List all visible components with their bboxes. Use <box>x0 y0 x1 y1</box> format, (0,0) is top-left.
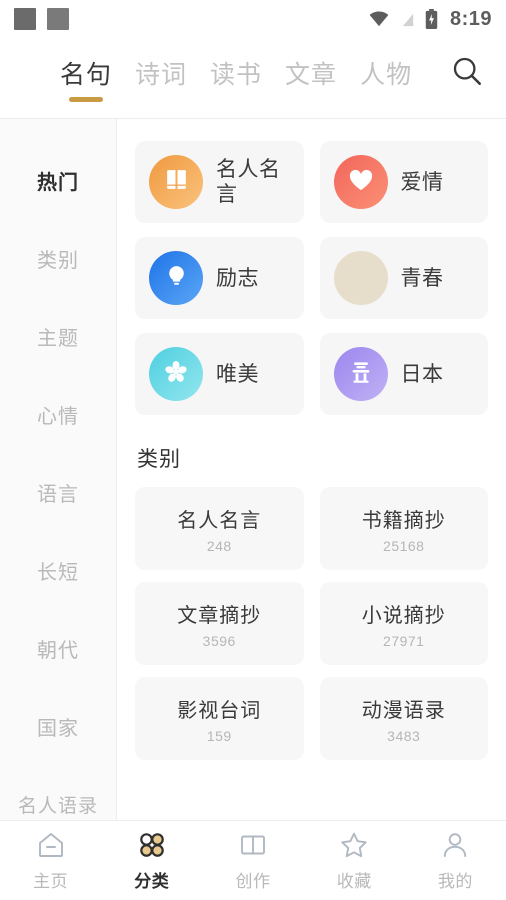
no-sim-icon <box>399 10 415 28</box>
category-count: 159 <box>206 727 232 744</box>
torii-icon <box>348 359 374 390</box>
sidebar-item-chaodai[interactable]: 朝代 <box>0 609 116 687</box>
notification-square-icon <box>47 8 69 30</box>
nav-item-favorites[interactable]: 收藏 <box>304 830 405 892</box>
sidebar-item-zhuti[interactable]: 主题 <box>0 297 116 375</box>
category-card-grid: 名人名言 248 书籍摘抄 25168 文章摘抄 3596 小说摘抄 27971… <box>135 487 488 760</box>
home-icon <box>36 830 66 860</box>
nav-item-create[interactable]: 创作 <box>202 830 303 892</box>
top-tab-bar: 名句 诗词 读书 文章 人物 <box>0 38 506 118</box>
category-card-xiaoshuozhaichao[interactable]: 小说摘抄 27971 <box>319 582 488 665</box>
category-name: 小说摘抄 <box>361 602 446 627</box>
battery-charging-icon <box>424 8 439 30</box>
sidebar-item-xinqing[interactable]: 心情 <box>0 375 116 453</box>
tab-shici[interactable]: 诗词 <box>135 55 187 102</box>
person-icon <box>440 830 470 860</box>
tab-wenzhang[interactable]: 文章 <box>285 55 337 102</box>
category-count: 25168 <box>383 537 425 554</box>
hot-card-label: 励志 <box>216 265 259 290</box>
category-count: 3596 <box>202 632 236 649</box>
category-name: 书籍摘抄 <box>361 507 446 532</box>
hot-card-aiqing[interactable]: 爱情 <box>319 141 488 223</box>
nav-item-home[interactable]: 主页 <box>0 830 101 892</box>
sidebar-item-mingrenyulu[interactable]: 名人语录 <box>0 765 116 820</box>
nav-label: 创作 <box>235 871 271 892</box>
section-title-categories: 类别 <box>137 447 181 471</box>
main-body: 热门 类别 主题 心情 语言 长短 朝代 国家 名人语录 名人名言 爱情 励志 … <box>0 119 506 820</box>
flower-icon <box>163 359 189 390</box>
nav-item-profile[interactable]: 我的 <box>405 830 506 892</box>
wifi-icon <box>368 11 390 27</box>
nav-label: 分类 <box>134 871 170 892</box>
book-icon-badge <box>149 155 203 209</box>
search-icon <box>452 56 482 91</box>
sidebar-item-hot[interactable]: 热门 <box>0 141 116 219</box>
hot-card-label: 名人名言 <box>216 157 281 206</box>
tab-dushu[interactable]: 读书 <box>210 55 262 102</box>
category-card-yingshitaici[interactable]: 影视台词 159 <box>135 677 304 760</box>
category-name: 动漫语录 <box>361 697 446 722</box>
hot-card-weimei[interactable]: 唯美 <box>135 333 304 415</box>
content-panel: 名人名言 爱情 励志 青春 唯美 日本 类别 名人名言 248 书籍摘抄 251… <box>117 119 506 820</box>
sidebar-item-leibie[interactable]: 类别 <box>0 219 116 297</box>
status-bar-indicators: 8:19 <box>368 8 492 31</box>
category-name: 文章摘抄 <box>177 602 262 627</box>
hot-card-qingchun[interactable]: 青春 <box>319 237 488 319</box>
status-bar-notifications <box>14 8 69 30</box>
category-sidebar: 热门 类别 主题 心情 语言 长短 朝代 国家 名人语录 <box>0 119 117 820</box>
bottom-navigation: 主页 分类 创作 收藏 我的 <box>0 820 506 900</box>
bulb-icon <box>164 262 189 294</box>
category-card-shujizhaichao[interactable]: 书籍摘抄 25168 <box>319 487 488 570</box>
hot-card-label: 青春 <box>400 265 444 290</box>
category-name: 名人名言 <box>177 507 262 532</box>
sidebar-item-yuyan[interactable]: 语言 <box>0 453 116 531</box>
hot-card-mingrenmingyan[interactable]: 名人名言 <box>135 141 304 223</box>
star-icon <box>339 830 369 860</box>
nav-label: 收藏 <box>336 871 372 892</box>
hot-card-grid: 名人名言 爱情 励志 青春 唯美 日本 <box>135 141 488 415</box>
flower-icon-badge <box>149 347 203 401</box>
category-count: 27971 <box>383 632 425 649</box>
category-count: 248 <box>206 537 232 554</box>
search-button[interactable] <box>446 52 488 94</box>
status-bar-time: 8:19 <box>449 7 492 30</box>
sidebar-item-guojia[interactable]: 国家 <box>0 687 116 765</box>
nav-label: 我的 <box>437 871 473 892</box>
blank-icon-badge <box>333 251 388 305</box>
nav-item-categories[interactable]: 分类 <box>101 830 202 892</box>
notification-square-icon <box>14 8 36 30</box>
category-card-mingrenmingyan[interactable]: 名人名言 248 <box>135 487 304 570</box>
nav-label: 主页 <box>33 871 69 892</box>
heart-icon-badge <box>333 155 388 209</box>
grid-icon <box>137 830 167 860</box>
bulb-icon-badge <box>149 251 203 305</box>
hot-card-riben[interactable]: 日本 <box>319 333 488 415</box>
tab-mingju[interactable]: 名句 <box>60 55 112 102</box>
torii-icon-badge <box>333 347 388 401</box>
tab-renwu[interactable]: 人物 <box>360 55 412 102</box>
tab-list: 名句 诗词 读书 文章 人物 <box>60 55 412 102</box>
category-name: 影视台词 <box>177 697 262 722</box>
heart-icon <box>348 168 374 197</box>
hot-card-label: 爱情 <box>400 169 444 194</box>
sidebar-item-changduan[interactable]: 长短 <box>0 531 116 609</box>
category-card-dongmanyulu[interactable]: 动漫语录 3483 <box>319 677 488 760</box>
book-open-icon <box>238 830 268 860</box>
hot-card-lizhi[interactable]: 励志 <box>135 237 304 319</box>
hot-card-label: 唯美 <box>216 361 259 386</box>
hot-card-label: 日本 <box>400 361 444 386</box>
category-count: 3483 <box>387 727 421 744</box>
category-card-wenzhangzhaichao[interactable]: 文章摘抄 3596 <box>135 582 304 665</box>
status-bar: 8:19 <box>0 0 506 38</box>
app-screen: 8:19 名句 诗词 读书 文章 人物 热门 类别 主题 心情 语言 长短 朝代… <box>0 0 506 900</box>
book-icon <box>163 166 190 198</box>
